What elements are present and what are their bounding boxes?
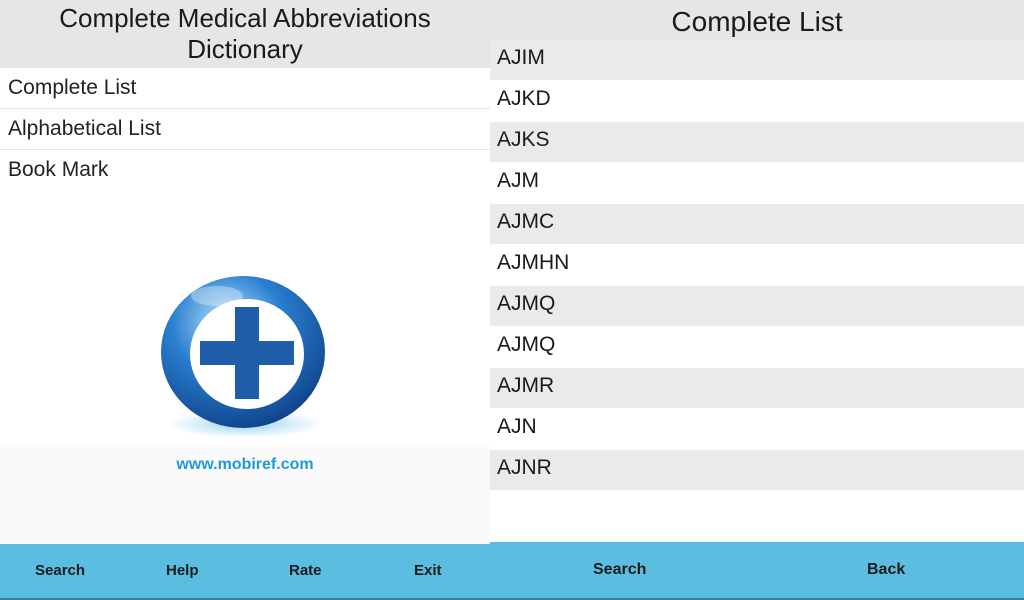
menu-item-complete-list[interactable]: Complete List [0,68,490,109]
search-button[interactable]: Search [593,542,646,598]
bottom-toolbar-main: Search Help Rate Exit [0,544,490,600]
search-button[interactable]: Search [35,544,85,598]
list-item[interactable]: AJMQ [490,327,1024,368]
app-title-header: Complete Medical Abbreviations Dictionar… [0,0,490,68]
app-title-line2: Dictionary [187,34,303,64]
abbreviation-list[interactable]: AJIM AJKD AJKS AJM AJMC AJMHN AJMQ AJMQ … [490,40,1024,491]
exit-button[interactable]: Exit [414,544,442,598]
back-button[interactable]: Back [867,542,905,598]
medical-cross-icon [161,276,325,438]
list-item[interactable]: AJMQ [490,286,1024,327]
main-menu-panel: Complete Medical Abbreviations Dictionar… [0,0,490,600]
list-item[interactable]: AJMHN [490,245,1024,286]
menu-item-alphabetical-list[interactable]: Alphabetical List [0,109,490,150]
list-item[interactable]: AJM [490,163,1024,204]
list-item[interactable]: AJMR [490,368,1024,409]
list-item[interactable]: AJKS [490,122,1024,163]
complete-list-panel: Complete List AJIM AJKD AJKS AJM AJMC AJ… [490,0,1024,600]
rate-button[interactable]: Rate [289,544,322,598]
list-item[interactable]: AJIM [490,40,1024,81]
help-button[interactable]: Help [166,544,199,598]
list-item[interactable]: AJMC [490,204,1024,245]
app-title-line1: Complete Medical Abbreviations [59,3,431,33]
logo-area: www.mobiref.com [0,190,490,545]
list-item[interactable]: AJN [490,409,1024,450]
page-title: Complete List [490,0,1024,40]
list-item[interactable]: AJKD [490,81,1024,122]
menu-item-book-mark[interactable]: Book Mark [0,150,490,191]
list-item[interactable]: AJNR [490,450,1024,491]
bottom-toolbar-list: Search Back [490,542,1024,600]
website-link[interactable]: www.mobiref.com [0,456,490,474]
main-menu: Complete List Alphabetical List Book Mar… [0,68,490,191]
